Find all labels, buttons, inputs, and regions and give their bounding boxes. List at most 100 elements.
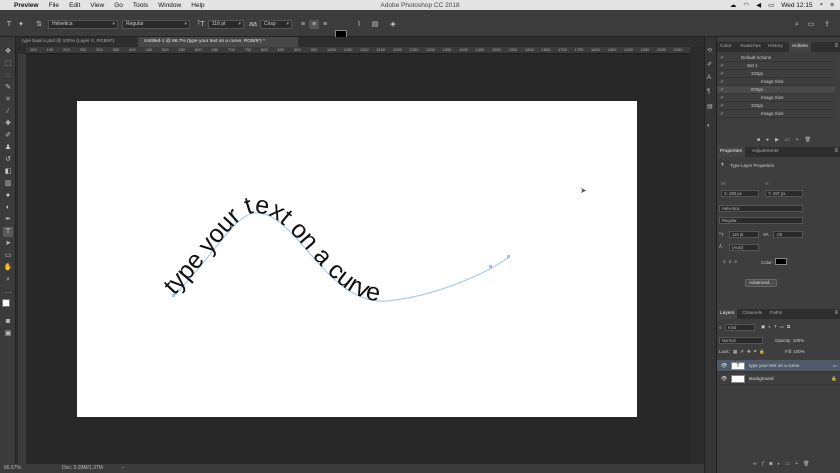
new-layer-icon[interactable]: + [795,461,803,467]
history-brush-tool-icon[interactable]: ↺ [3,155,13,165]
character-icon[interactable]: A [707,75,711,81]
group-icon[interactable]: ▭ [785,461,795,467]
layer-row[interactable]: 👁 Background 🔒 [717,373,840,385]
align-center-icon[interactable]: ≡ [309,20,319,29]
character-panel-icon[interactable]: ▤ [370,20,380,29]
menu-tools[interactable]: Tools [133,2,148,9]
props-leading-field[interactable]: (Auto) [729,244,759,251]
layer-effects-icon[interactable]: ▭ [833,363,837,369]
wifi-icon[interactable]: ◠ [743,1,749,9]
eyedropper-tool-icon[interactable]: ⁄ [3,107,13,117]
props-tracking-field[interactable]: -25 [773,231,803,238]
check-icon[interactable]: ✓ [720,110,724,118]
new-action-icon[interactable]: + [796,137,805,143]
action-row[interactable]: ✓ Set 1 [717,62,835,70]
props-font-select[interactable]: Helvetica [719,205,803,212]
healing-tool-icon[interactable]: ✚ [3,119,13,129]
advanced-button[interactable]: Advanced... [745,279,777,287]
tab-adjustments[interactable]: Adjustments [749,147,781,157]
props-style-select[interactable]: Regular [719,217,803,224]
check-icon[interactable]: ✓ [720,86,724,94]
tab-swatches[interactable]: Swatches [737,42,764,52]
menu-go[interactable]: Go [114,2,123,9]
lock-all-icon[interactable]: 🔒 [759,349,768,354]
opacity-field[interactable]: Opacity: 100% [775,338,804,343]
font-size-select[interactable]: 116 pt ▾ [208,20,244,29]
record-icon[interactable]: ● [766,137,775,143]
check-icon[interactable]: ✓ [720,70,724,78]
tab-history[interactable]: History [765,42,786,52]
shape-tool-icon[interactable]: ▭ [3,251,13,261]
action-row[interactable]: ✓ Image Size [717,110,835,118]
align-right-icon[interactable]: ≡ [734,259,740,264]
quick-select-tool-icon[interactable]: ✎ [3,83,13,93]
tab-untitled-1[interactable]: Untitled-1 @ 66.7% (type your text on a … [138,37,298,47]
history-icon[interactable]: ⟲ [707,47,712,54]
quick-mask-icon[interactable]: ◙ [3,317,13,327]
lasso-tool-icon[interactable]: ◌ [3,71,13,81]
tab-properties[interactable]: Properties [717,147,745,157]
marquee-tool-icon[interactable]: ⬚ [3,59,13,69]
brush-tool-icon[interactable]: ✐ [3,131,13,141]
pen-tool-icon[interactable]: ✒ [3,215,13,225]
action-row[interactable]: ✓ 333px [717,102,835,110]
blur-tool-icon[interactable]: ● [3,191,13,201]
panel-menu-icon[interactable]: ≡ [834,310,838,316]
status-menu-chevron-icon[interactable]: › [122,464,124,473]
check-icon[interactable]: ✓ [720,102,724,110]
align-right-icon[interactable]: ≡ [320,20,330,29]
menu-help[interactable]: Help [191,2,204,9]
tab-type-basics[interactable]: type basics.psd @ 100% (Layer 0, RGB/8*) [16,37,136,47]
check-icon[interactable]: ✓ [720,62,724,70]
tab-color[interactable]: Color [717,42,734,52]
smart-filter-icon[interactable]: ⧉ [787,324,793,329]
menu-window[interactable]: Window [158,2,181,9]
volume-icon[interactable]: ◀ [756,1,761,9]
path-select-tool-icon[interactable]: ➤ [3,239,13,249]
check-icon[interactable]: ✓ [720,78,724,86]
more-tools-icon[interactable]: … [3,287,13,297]
type-tool-icon[interactable]: T [4,20,14,29]
share-icon[interactable]: ⇪ [822,20,832,29]
blend-mode-select[interactable]: Normal [719,337,763,344]
tab-channels[interactable]: Channels [739,309,765,319]
zoom-level[interactable]: 66.67% [4,464,21,473]
panel-menu-icon[interactable]: ≡ [834,43,838,49]
battery-icon[interactable]: ▭ [768,1,774,9]
eye-icon[interactable]: 👁 [721,363,727,369]
vertical-ruler[interactable] [18,54,26,464]
check-icon[interactable]: ✓ [720,54,724,62]
curve-text[interactable]: type your text on a curve [158,191,383,308]
document-canvas[interactable]: type your text on a curve [77,101,637,417]
shape-filter-icon[interactable]: ▭ [780,324,787,329]
stop-icon[interactable]: ■ [757,137,766,143]
menu-edit[interactable]: Edit [69,2,80,9]
panel-menu-icon[interactable]: ≡ [834,148,838,154]
action-row[interactable]: ✓ Default Actions [717,54,835,62]
play-icon[interactable]: ▶ [775,137,785,143]
horizontal-ruler[interactable]: 100 150 200 250 300 350 400 450 500 550 600 650 700 7… [26,47,690,54]
paragraph-icon[interactable]: ¶ [707,89,710,95]
check-icon[interactable]: ✓ [720,94,724,102]
brush-presets-icon[interactable]: ✐ [707,61,712,68]
align-left-icon[interactable]: ≡ [298,20,308,29]
props-color-swatch[interactable] [775,258,787,265]
stamp-tool-icon[interactable]: ♟ [3,143,13,153]
dodge-tool-icon[interactable]: ◐ [3,203,13,213]
adjustments-icon[interactable]: ◐ [707,123,711,129]
path-anchor-point[interactable] [489,265,492,268]
tab-layers[interactable]: Layers [717,309,738,319]
new-set-icon[interactable]: ▭ [785,137,796,143]
clock[interactable]: Wed 12:15 [781,2,812,9]
warp-text-icon[interactable]: ⌇ [354,20,364,29]
layer-row[interactable]: 👁 T type your text on a curve ▭ [717,360,840,372]
path-anchor-point[interactable] [507,255,510,258]
move-tool-icon[interactable]: ✥ [3,47,13,57]
menu-file[interactable]: File [49,2,59,9]
cloud-icon[interactable]: ☁ [730,1,737,9]
eye-icon[interactable]: 👁 [721,376,727,382]
layer-filter-kind[interactable]: Kind [725,324,755,331]
action-row[interactable]: ✓ Image Size [717,78,835,86]
trash-icon[interactable]: 🗑 [805,137,817,143]
gradient-tool-icon[interactable]: ▥ [3,179,13,189]
